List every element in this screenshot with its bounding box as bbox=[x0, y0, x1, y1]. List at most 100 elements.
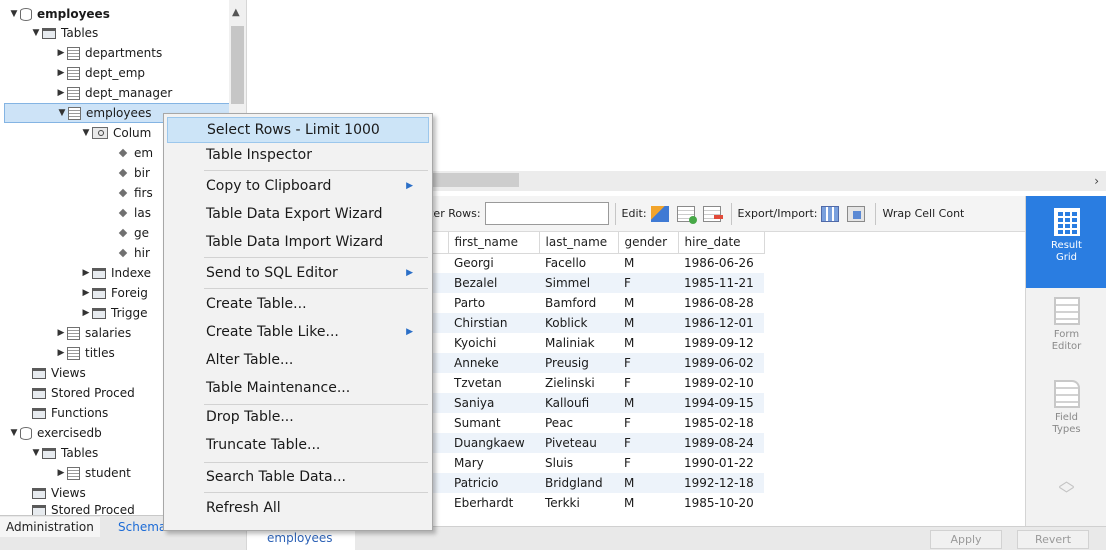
first-name-cell[interactable]: Patricio bbox=[448, 473, 539, 493]
menu-item-copy-to-clipboard[interactable]: Copy to Clipboard ▶ bbox=[167, 173, 429, 199]
gender-cell[interactable]: M bbox=[618, 253, 678, 273]
tables-folder[interactable]: ▼ Tables bbox=[30, 443, 99, 463]
column-item[interactable]: firs bbox=[118, 183, 153, 203]
columns-folder[interactable]: ▼ Colum bbox=[80, 123, 152, 143]
column-header-hire-date[interactable]: hire_date bbox=[678, 232, 765, 254]
first-name-cell[interactable]: Anneke bbox=[448, 353, 539, 373]
expand-arrow-icon[interactable]: ▶ bbox=[55, 43, 67, 63]
expand-arrow-icon[interactable]: ▶ bbox=[80, 283, 92, 303]
last-name-cell[interactable]: Piveteau bbox=[539, 433, 618, 453]
last-name-cell[interactable]: Zielinski bbox=[539, 373, 618, 393]
gender-cell[interactable]: M bbox=[618, 473, 678, 493]
hire-date-cell[interactable]: 1989-02-10 bbox=[678, 373, 764, 393]
table-titles[interactable]: ▶ titles bbox=[55, 343, 115, 363]
first-name-cell[interactable]: Kyoichi bbox=[448, 333, 539, 353]
gender-cell[interactable]: F bbox=[618, 453, 678, 473]
first-name-cell[interactable]: Georgi bbox=[448, 253, 539, 273]
expand-arrow-icon[interactable]: ▼ bbox=[8, 4, 20, 24]
last-name-cell[interactable]: Sluis bbox=[539, 453, 618, 473]
table-salaries[interactable]: ▶ salaries bbox=[55, 323, 132, 343]
import-icon[interactable] bbox=[847, 205, 866, 222]
column-header-first-name[interactable]: first_name bbox=[448, 232, 540, 254]
expand-arrow-icon[interactable]: ▶ bbox=[80, 263, 92, 283]
expand-arrow-icon[interactable]: ▶ bbox=[55, 323, 67, 343]
first-name-cell[interactable]: Bezalel bbox=[448, 273, 539, 293]
delete-row-icon[interactable] bbox=[702, 205, 723, 222]
column-item[interactable]: em bbox=[118, 143, 153, 163]
gender-cell[interactable]: F bbox=[618, 273, 678, 293]
field-types-button[interactable]: Field Types bbox=[1026, 376, 1106, 456]
indexes-folder[interactable]: ▶ Indexe bbox=[80, 263, 152, 283]
expand-arrow-icon[interactable]: ▶ bbox=[80, 303, 92, 323]
expand-arrow-icon[interactable]: ▼ bbox=[56, 103, 68, 123]
menu-item-create-table[interactable]: Create Table... bbox=[167, 291, 429, 317]
tables-folder[interactable]: ▼ Tables bbox=[30, 23, 99, 43]
last-name-cell[interactable]: Simmel bbox=[539, 273, 618, 293]
scroll-right-icon[interactable]: › bbox=[1094, 171, 1099, 191]
first-name-cell[interactable]: Saniya bbox=[448, 393, 539, 413]
table-student[interactable]: ▶ student bbox=[55, 463, 131, 483]
menu-item-table-maintenance[interactable]: Table Maintenance... bbox=[167, 375, 429, 401]
edit-pencil-icon[interactable] bbox=[650, 205, 669, 222]
result-grid-button[interactable]: Result Grid bbox=[1026, 196, 1106, 288]
revert-button[interactable]: Revert bbox=[1017, 530, 1089, 549]
first-name-cell[interactable]: Duangkaew bbox=[448, 433, 539, 453]
menu-item-select-rows[interactable]: Select Rows - Limit 1000 bbox=[167, 117, 429, 143]
column-header-gender[interactable]: gender bbox=[618, 232, 679, 254]
menu-item-create-table-like[interactable]: Create Table Like... ▶ bbox=[167, 319, 429, 345]
expand-arrow-icon[interactable]: ▶ bbox=[55, 463, 67, 483]
gender-cell[interactable]: F bbox=[618, 353, 678, 373]
triggers-folder[interactable]: ▶ Trigge bbox=[80, 303, 148, 323]
scroll-up-icon[interactable]: ▲ bbox=[232, 7, 240, 18]
column-item[interactable]: bir bbox=[118, 163, 150, 183]
first-name-cell[interactable]: Mary bbox=[448, 453, 539, 473]
hire-date-cell[interactable]: 1985-11-21 bbox=[678, 273, 764, 293]
form-editor-button[interactable]: Form Editor bbox=[1026, 291, 1106, 371]
menu-item-table-data-import-wizard[interactable]: Table Data Import Wizard bbox=[167, 229, 429, 255]
table-dept-manager[interactable]: ▶ dept_manager bbox=[55, 83, 173, 103]
gender-cell[interactable]: F bbox=[618, 433, 678, 453]
last-name-cell[interactable]: Koblick bbox=[539, 313, 618, 333]
gender-cell[interactable]: M bbox=[618, 393, 678, 413]
functions-folder[interactable]: Functions bbox=[32, 403, 108, 423]
menu-item-table-data-export-wizard[interactable]: Table Data Export Wizard bbox=[167, 201, 429, 227]
hire-date-cell[interactable]: 1986-06-26 bbox=[678, 253, 764, 273]
hire-date-cell[interactable]: 1986-12-01 bbox=[678, 313, 764, 333]
hire-date-cell[interactable]: 1994-09-15 bbox=[678, 393, 764, 413]
hire-date-cell[interactable]: 1989-09-12 bbox=[678, 333, 764, 353]
table-dept-emp[interactable]: ▶ dept_emp bbox=[55, 63, 145, 83]
expand-arrow-icon[interactable]: ▶ bbox=[55, 343, 67, 363]
expand-arrow-icon[interactable]: ▼ bbox=[30, 23, 42, 43]
menu-item-alter-table[interactable]: Alter Table... bbox=[167, 347, 429, 373]
first-name-cell[interactable]: Chirstian bbox=[448, 313, 539, 333]
menu-item-send-to-sql-editor[interactable]: Send to SQL Editor ▶ bbox=[167, 260, 429, 286]
hire-date-cell[interactable]: 1990-01-22 bbox=[678, 453, 764, 473]
hire-date-cell[interactable]: 1989-08-24 bbox=[678, 433, 764, 453]
menu-item-drop-table[interactable]: Drop Table... bbox=[167, 404, 429, 430]
expand-arrow-icon[interactable]: ▶ bbox=[55, 83, 67, 103]
panel-scroll-chevrons[interactable]: ︿ ﹀ bbox=[1026, 473, 1106, 503]
column-item[interactable]: las bbox=[118, 203, 151, 223]
expand-arrow-icon[interactable]: ▼ bbox=[30, 443, 42, 463]
wrap-cell-content-label[interactable]: Wrap Cell Cont bbox=[882, 207, 964, 220]
gender-cell[interactable]: M bbox=[618, 313, 678, 333]
expand-arrow-icon[interactable]: ▶ bbox=[55, 63, 67, 83]
column-header-last-name[interactable]: last_name bbox=[539, 232, 619, 254]
menu-item-truncate-table[interactable]: Truncate Table... bbox=[167, 432, 429, 458]
scrollbar-thumb[interactable] bbox=[231, 26, 244, 104]
hire-date-cell[interactable]: 1986-08-28 bbox=[678, 293, 764, 313]
last-name-cell[interactable]: Preusig bbox=[539, 353, 618, 373]
menu-item-refresh-all[interactable]: Refresh All bbox=[167, 495, 429, 521]
last-name-cell[interactable]: Bamford bbox=[539, 293, 618, 313]
last-name-cell[interactable]: Peac bbox=[539, 413, 618, 433]
menu-item-search-table-data[interactable]: Search Table Data... bbox=[167, 464, 429, 490]
first-name-cell[interactable]: Parto bbox=[448, 293, 539, 313]
views-folder[interactable]: Views bbox=[32, 363, 86, 383]
hire-date-cell[interactable]: 1989-06-02 bbox=[678, 353, 764, 373]
menu-item-table-inspector[interactable]: Table Inspector bbox=[167, 142, 429, 168]
last-name-cell[interactable]: Kalloufi bbox=[539, 393, 618, 413]
last-name-cell[interactable]: Maliniak bbox=[539, 333, 618, 353]
gender-cell[interactable]: M bbox=[618, 333, 678, 353]
schema-employees[interactable]: ▼ employees bbox=[8, 4, 110, 24]
first-name-cell[interactable]: Tzvetan bbox=[448, 373, 539, 393]
